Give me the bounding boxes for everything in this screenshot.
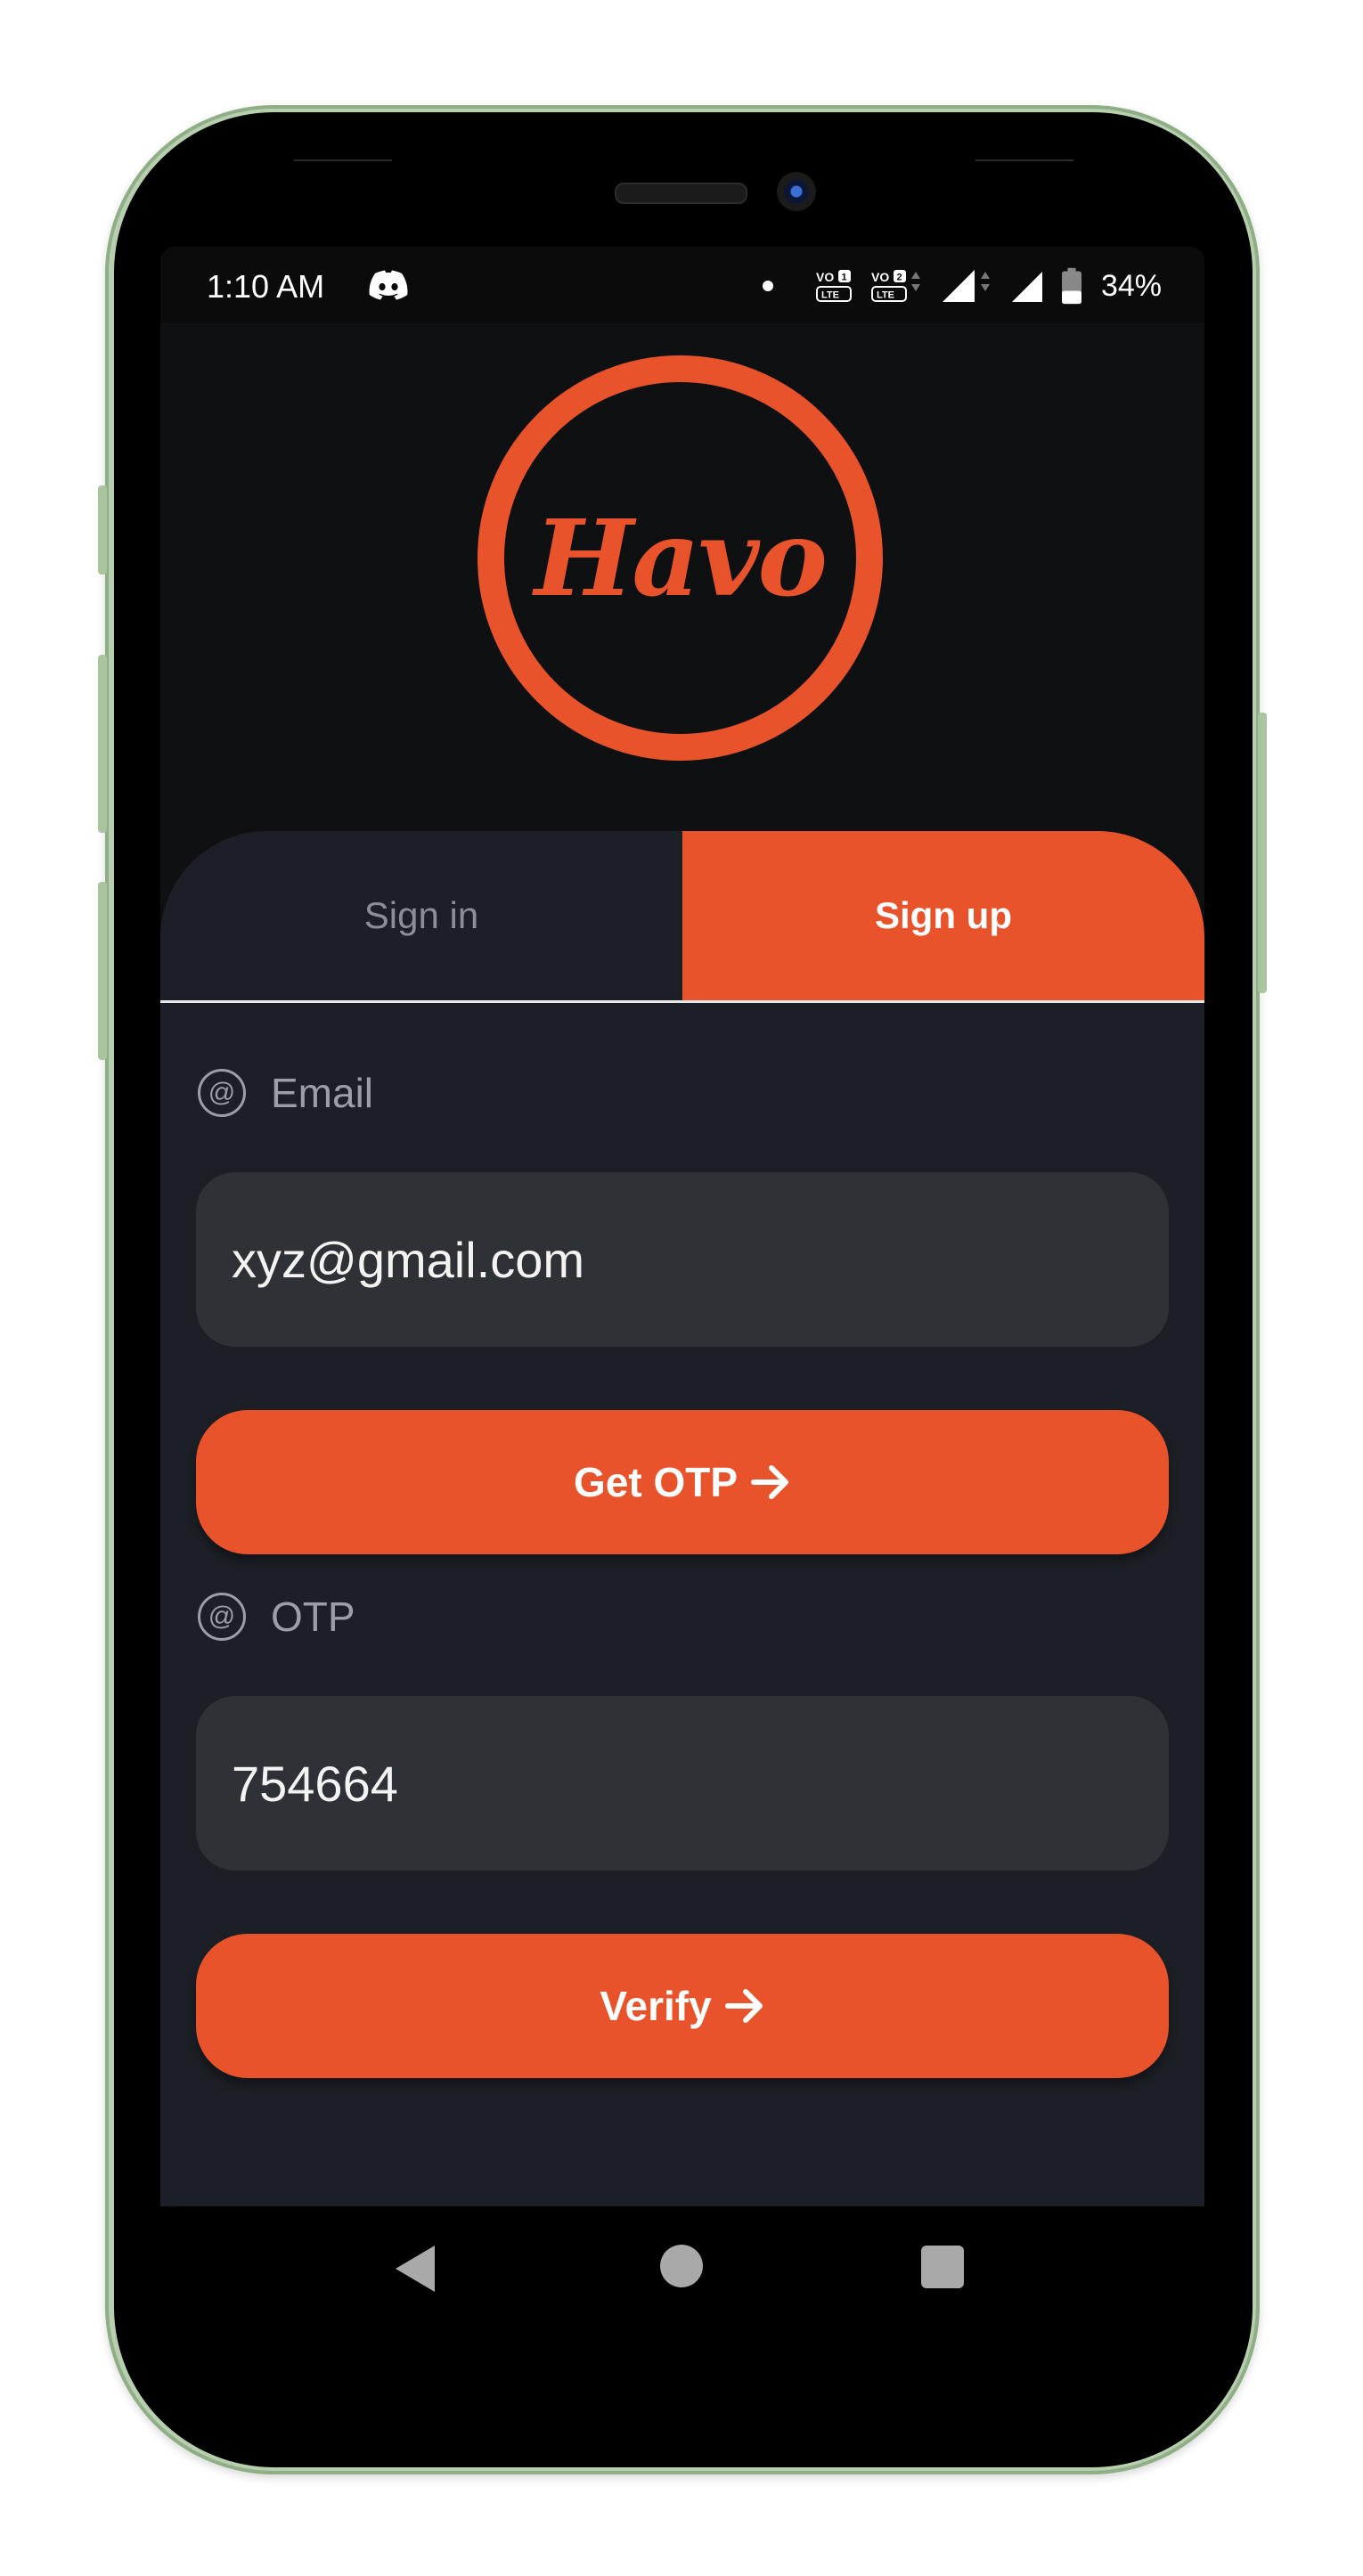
verify-button[interactable]: Verify (196, 1934, 1169, 2078)
svg-text:2: 2 (896, 273, 902, 283)
navigation-bar (160, 2206, 1204, 2331)
signup-form: @ Email Get OTP @ OTP Verify (160, 1003, 1204, 2206)
status-time: 1:10 AM (207, 268, 325, 305)
signal-1-icon (942, 270, 990, 302)
svg-text:LTE: LTE (821, 290, 839, 301)
phone-side-button-left-1 (98, 485, 107, 575)
svg-text:VO: VO (871, 270, 889, 284)
auth-tabs: Sign in Sign up (160, 831, 1204, 1000)
earpiece-speaker (615, 183, 747, 204)
otp-input[interactable] (196, 1696, 1169, 1871)
signal-2-icon (1011, 272, 1042, 302)
status-bar: 1:10 AM VO 1 LTE VO 2 LTE 34% (160, 247, 1204, 323)
bezel-line-left (294, 159, 392, 161)
recents-icon[interactable] (921, 2246, 964, 2288)
email-input[interactable] (196, 1172, 1169, 1347)
svg-text:1: 1 (841, 273, 846, 283)
phone-side-button-right (1258, 713, 1267, 993)
email-label-text: Email (271, 1070, 374, 1116)
arrow-right-icon (751, 1465, 789, 1499)
notification-dot-icon (762, 281, 773, 291)
app-screen: 1:10 AM VO 1 LTE VO 2 LTE 34% Havo Sign … (160, 247, 1204, 2206)
phone-side-button-left-2 (98, 655, 107, 833)
back-icon[interactable] (396, 2246, 435, 2292)
battery-percentage: 34% (1100, 268, 1162, 303)
get-otp-label: Get OTP (573, 1459, 739, 1505)
svg-text:VO: VO (816, 270, 834, 284)
battery-icon (1061, 267, 1081, 305)
volte-1-icon: VO 1 LTE (815, 270, 852, 302)
phone-side-button-left-3 (98, 882, 107, 1060)
tab-sign-up[interactable]: Sign up (682, 831, 1204, 1000)
email-label: @ Email (198, 1069, 373, 1117)
home-icon[interactable] (660, 2245, 703, 2287)
app-logo-text: Havo (534, 496, 828, 620)
otp-label-text: OTP (271, 1594, 355, 1640)
svg-text:LTE: LTE (877, 290, 894, 301)
volte-2-icon: VO 2 LTE (870, 270, 920, 302)
at-icon: @ (198, 1069, 246, 1117)
verify-label: Verify (600, 1983, 712, 2029)
front-camera (777, 172, 816, 211)
tab-sign-in[interactable]: Sign in (160, 831, 682, 1000)
arrow-right-icon (724, 1989, 763, 2023)
otp-label: @ OTP (198, 1593, 355, 1641)
get-otp-button[interactable]: Get OTP (196, 1410, 1169, 1554)
bezel-line-right (975, 159, 1073, 161)
discord-icon (369, 270, 408, 300)
at-icon: @ (198, 1593, 246, 1641)
status-icons: VO 1 LTE VO 2 LTE 34% (762, 266, 1162, 306)
